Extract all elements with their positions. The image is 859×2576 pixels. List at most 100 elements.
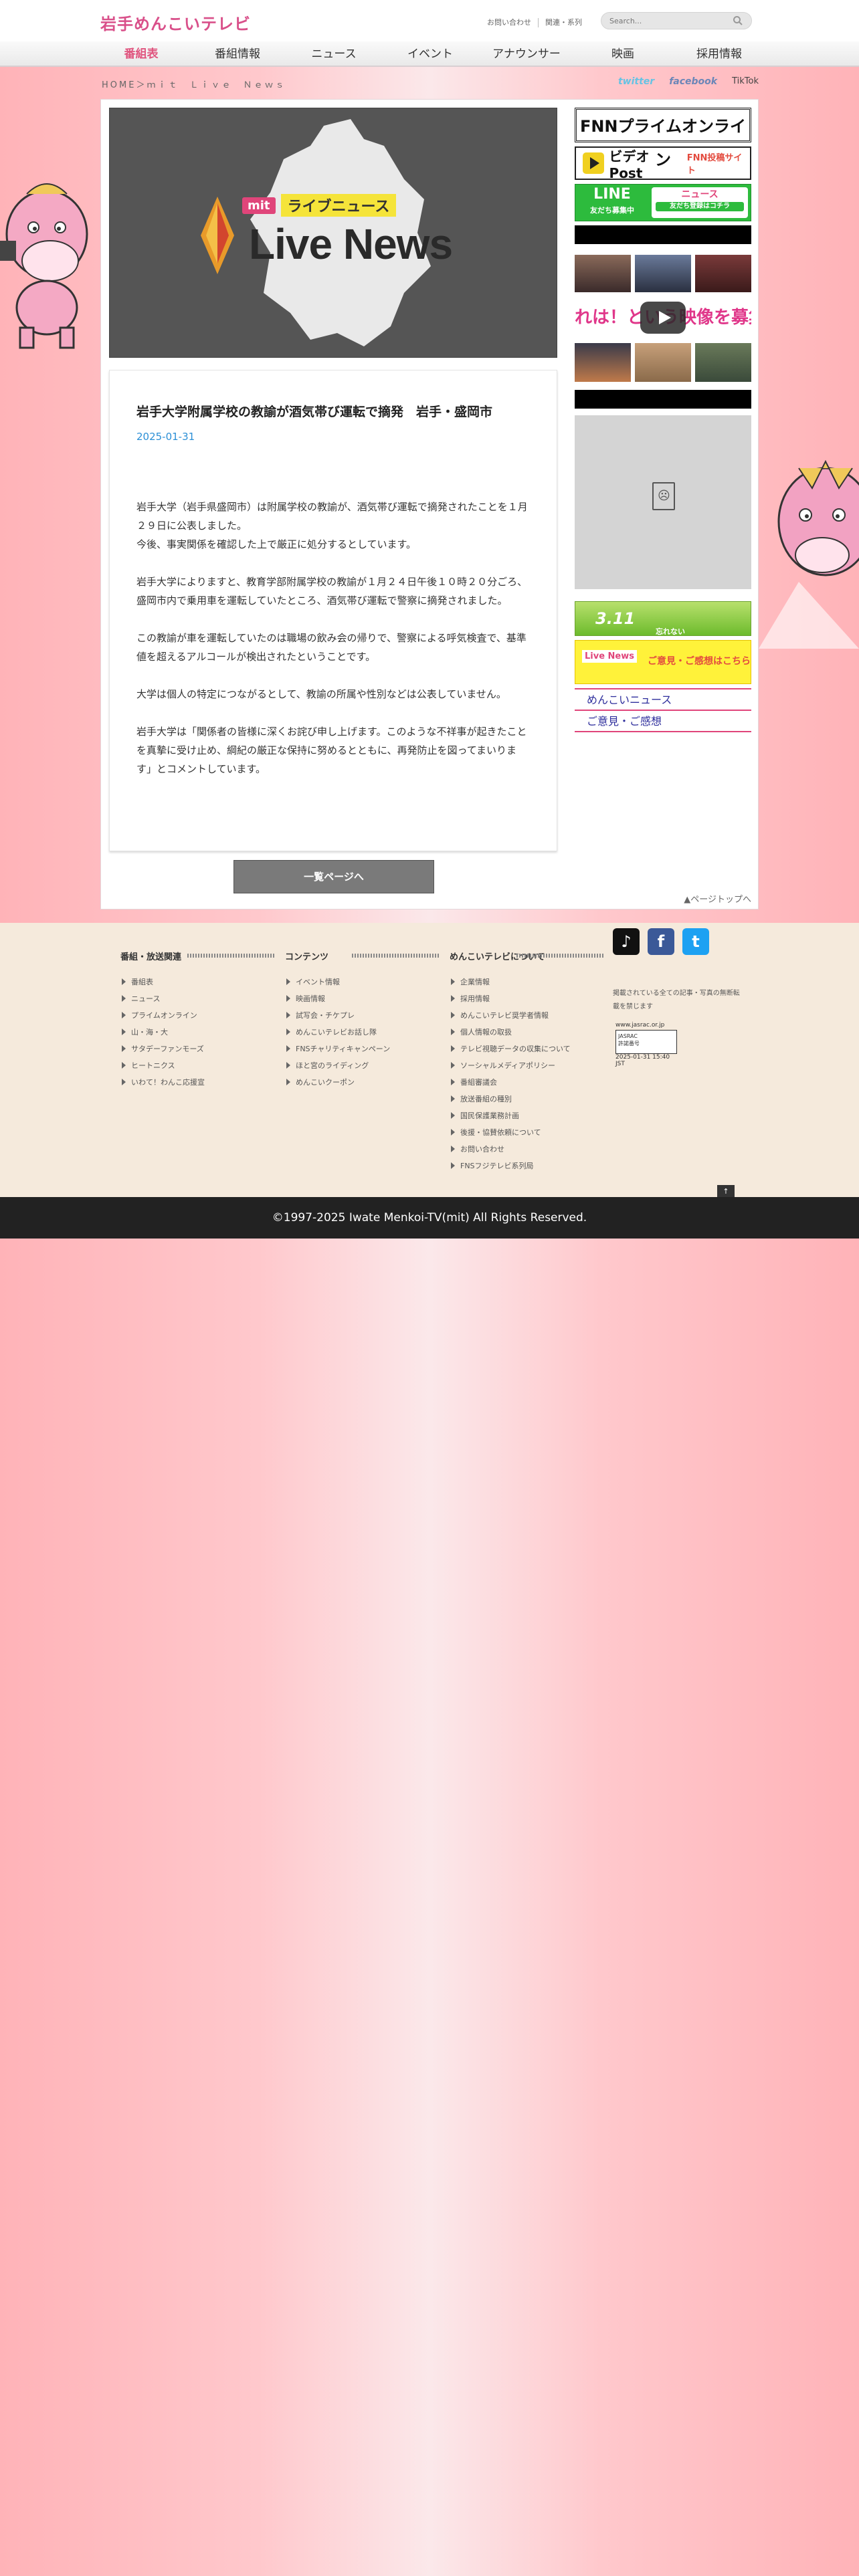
twitter-link[interactable]: twitter [618, 76, 654, 87]
video-thumbnails-top [575, 255, 751, 292]
footer-social: ♪ f t [613, 928, 709, 955]
opinion-banner[interactable]: Live News ご意見・ご感想はこちら [575, 640, 751, 684]
footer-link[interactable]: FNSフジテレビ系列局 [450, 1160, 603, 1177]
mascot-left-illustration [0, 183, 88, 349]
article-paragraph: 岩手大学によりますと、教育学部附属学校の教諭が１月２４日午後１０時２０分ごろ、盛… [136, 576, 528, 607]
video-play-icon[interactable] [640, 302, 686, 334]
ad-placeholder[interactable] [575, 415, 751, 589]
social-top: twitter facebook TikTok [618, 76, 759, 87]
copyright-note: 掲載されている全ての記事・写真の無断転載を禁じます [613, 990, 740, 1010]
nav-events[interactable]: イベント [387, 41, 474, 67]
nav-recruit[interactable]: 採用情報 [676, 41, 763, 67]
jasrac-cert[interactable]: www.jasrac.or.jp JASRAC 許諾番号 2025-01-31 1… [615, 1022, 680, 1067]
sub-bar: HOME＞ｍｉｔ Ｌｉｖｅ Ｎｅｗｓ twitter facebook TikT… [100, 70, 759, 98]
footer-link[interactable]: 試写会・チケプレ [285, 1010, 439, 1027]
nav-programs[interactable]: 番組情報 [194, 41, 281, 67]
affiliates-link[interactable]: 関連・系列 [539, 18, 589, 27]
sidebar-link-opinion[interactable]: ご意見・ご感想 [575, 711, 751, 732]
footer-link[interactable]: プライムオンライン [120, 1010, 274, 1027]
video-post-banner[interactable]: ビデオPost FNN投稿サイト [575, 146, 751, 181]
opinion-live-label: Live News [582, 650, 638, 663]
copyright-bar: ©1997-2025 Iwate Menkoi-TV(mit) All Righ… [0, 1197, 859, 1239]
main-content: mit ライブニュース Live News 岩手大学附属学校の教諭が酒気帯び運転… [100, 99, 759, 909]
sidebar-link-menkoi-news[interactable]: めんこいニュース [575, 689, 751, 711]
thumbnail [695, 343, 751, 382]
footer-link[interactable]: 個人情報の取扱 [450, 1027, 603, 1043]
line-left: LINE 友だち募集中 [575, 185, 649, 221]
search-input[interactable] [601, 13, 722, 29]
footer-link[interactable]: 放送番組の種別 [450, 1093, 603, 1110]
footer-col-programs: 番組・放送関連 番組表 ニュース プライムオンライン 山・海・大 サタデーファン… [120, 950, 274, 1093]
line-news-box: ニュース 友だち登録はコチラ [652, 187, 748, 218]
line-sub-label: 友だち募集中 [590, 206, 634, 215]
thumbnail [575, 255, 631, 292]
cert-url: www.jasrac.or.jp [615, 1022, 665, 1029]
video-thumbnails-bottom [575, 343, 751, 382]
footer-col-about: めんこいテレビについて 企業情報 採用情報 めんこいテレビ奨学者情報 個人情報の… [450, 950, 603, 1177]
footer-link[interactable]: お問い合わせ [450, 1144, 603, 1160]
footer-link[interactable]: ヒートニクス [120, 1060, 274, 1077]
footer-link[interactable]: めんこいテレビお話し隊 [285, 1027, 439, 1043]
footer-link[interactable]: めんこいテレビ奨学者情報 [450, 1010, 603, 1027]
cert-badge: JASRAC 許諾番号 [615, 1030, 677, 1054]
thumbnail [695, 255, 751, 292]
hero-badges: mit ライブニュース [242, 194, 397, 217]
footer-link[interactable]: ニュース [120, 993, 274, 1010]
footer-link[interactable]: いわて！わんこ応援宣 [120, 1077, 274, 1093]
footer-link[interactable]: テレビ視聴データの収集について [450, 1043, 603, 1060]
thumbnail [635, 343, 691, 382]
line-news-sub: 友だち登録はコチラ [656, 202, 744, 211]
footer-col-contents: コンテンツ イベント情報 映画情報 試写会・チケプレ めんこいテレビお話し隊 F… [285, 950, 439, 1093]
footer-link[interactable]: 国民保護業務計画 [450, 1110, 603, 1127]
footer-link[interactable]: めんこいクーポン [285, 1077, 439, 1093]
video-post-sub: FNN投稿サイト [686, 153, 743, 176]
line-friends-banner[interactable]: LINE 友だち募集中 ニュース 友だち登録はコチラ [575, 184, 751, 221]
scroll-top-button[interactable]: ↑ [717, 1185, 735, 1198]
footer-link[interactable]: 番組表 [120, 976, 274, 993]
site-logo[interactable]: 岩手めんこいテレビ [100, 11, 251, 34]
thumbnail [635, 255, 691, 292]
tiktok-icon[interactable]: ♪ [613, 928, 640, 955]
footer-link[interactable]: サタデーファンモーズ [120, 1043, 274, 1060]
live-news-title: Live News [249, 220, 453, 268]
footer-link[interactable]: 山・海・大 [120, 1027, 274, 1043]
main-nav: 番組表 番組情報 ニュース イベント アナウンサー 映画 採用情報 [0, 41, 859, 67]
footer-link[interactable]: イベント情報 [285, 976, 439, 993]
fnn-prime-online-banner[interactable]: FNNプライムオンライン [575, 108, 751, 169]
facebook-link[interactable]: facebook [669, 76, 717, 87]
tiktok-link[interactable]: TikTok [732, 76, 759, 87]
video-submission-embed[interactable]: れは！という映像を募集中 [575, 255, 751, 382]
footer-link[interactable]: 企業情報 [450, 976, 603, 993]
list-page-button[interactable]: 一覧ページへ [233, 860, 434, 893]
search-icon[interactable] [733, 15, 743, 26]
mascot-right-illustration [759, 459, 859, 649]
video-post-label: ビデオPost [609, 148, 650, 181]
nav-announcers[interactable]: アナウンサー [483, 41, 570, 67]
banner-311[interactable]: 3.11 忘れない [575, 601, 751, 636]
black-divider [575, 390, 751, 409]
footer-link[interactable]: 後援・協賛依頼について [450, 1127, 603, 1144]
nav-news[interactable]: ニュース [290, 41, 377, 67]
twitter-icon[interactable]: t [682, 928, 709, 955]
article-paragraph: 岩手大学は「関係者の皆様に深くお詫び申し上げます。このような不祥事が起きたことを… [136, 726, 527, 775]
breadcrumb[interactable]: HOME＞ｍｉｔ Ｌｉｖｅ Ｎｅｗｓ [102, 78, 286, 90]
thumbnail [575, 343, 631, 382]
footer-link[interactable]: 映画情報 [285, 993, 439, 1010]
top-bar: 岩手めんこいテレビ お問い合わせ 関連・系列 [0, 0, 859, 41]
page-top-link[interactable]: ▲ページトップへ [684, 892, 751, 905]
contact-link[interactable]: お問い合わせ [480, 18, 538, 27]
nav-schedule[interactable]: 番組表 [98, 41, 185, 67]
footer-link[interactable]: ほと宮のライディング [285, 1060, 439, 1077]
footer-link[interactable]: 番組審議会 [450, 1077, 603, 1093]
footer-link[interactable]: ソーシャルメディアポリシー [450, 1060, 603, 1077]
footer-link[interactable]: FNSチャリティキャンペーン [285, 1043, 439, 1060]
footer-link[interactable]: 採用情報 [450, 993, 603, 1010]
facebook-icon[interactable]: f [648, 928, 674, 955]
footer: 番組・放送関連 番組表 ニュース プライムオンライン 山・海・大 サタデーファン… [0, 923, 859, 1198]
opinion-ask-text: ご意見・ご感想はこちら [648, 656, 751, 667]
footer-col-title: 番組・放送関連 [120, 950, 274, 964]
nav-movies[interactable]: 映画 [579, 41, 666, 67]
article-paragraph: 大学は個人の特定につながるとして、教諭の所属や性別などは公表していません。 [136, 688, 506, 700]
article-card: 岩手大学附属学校の教諭が酒気帯び運転で摘発 岩手・盛岡市 2025-01-31 … [109, 370, 557, 851]
footer-col-title: コンテンツ [285, 950, 439, 964]
